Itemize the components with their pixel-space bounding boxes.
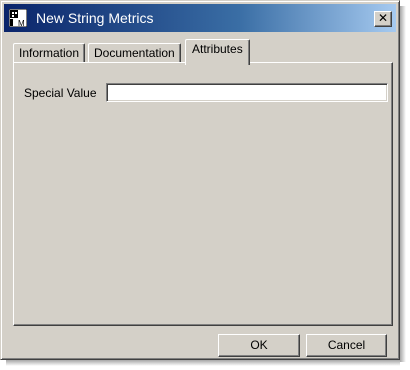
special-value-label: Special Value [24, 86, 97, 100]
tab-information[interactable]: Information [13, 43, 86, 64]
title-bar[interactable]: M New String Metrics ✕ [4, 4, 396, 32]
special-value-input[interactable] [106, 83, 388, 102]
window-title: New String Metrics [36, 10, 154, 26]
class-metrics-icon: M [9, 9, 27, 27]
close-button[interactable]: ✕ [374, 11, 392, 27]
window-shadow-right [400, 6, 406, 362]
dialog-window: M New String Metrics ✕ Information Docum… [0, 0, 400, 360]
svg-text:M: M [18, 19, 25, 27]
tab-documentation[interactable]: Documentation [88, 43, 181, 64]
tab-strip: Information Documentation Attributes [13, 39, 393, 65]
ok-button[interactable]: OK [218, 334, 300, 357]
cancel-button[interactable]: Cancel [306, 334, 387, 357]
close-icon: ✕ [377, 11, 389, 25]
window-shadow-bottom [6, 360, 400, 366]
attributes-panel: Special Value [13, 62, 393, 326]
tab-attributes[interactable]: Attributes [185, 39, 250, 65]
